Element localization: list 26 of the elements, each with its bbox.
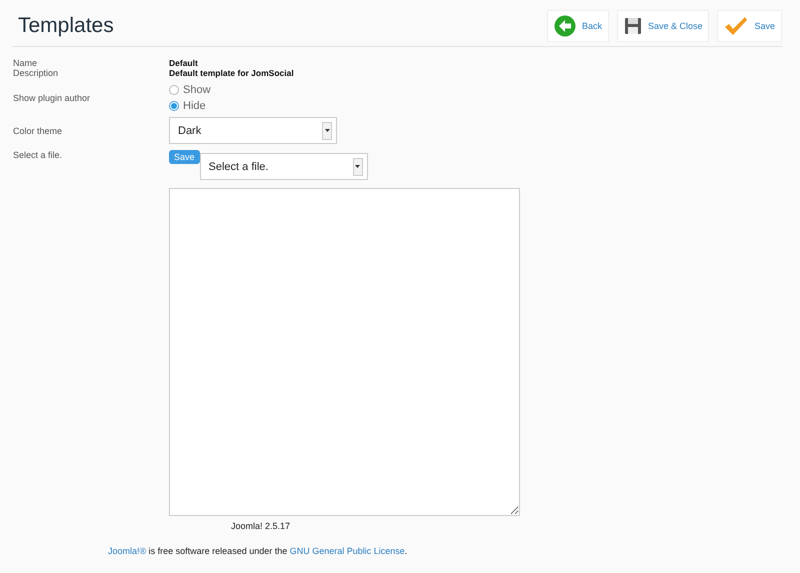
field-label: Color theme — [13, 125, 64, 138]
field-label: Name — [13, 58, 38, 68]
dropdown-caret-icon — [355, 165, 360, 168]
file-editor[interactable] — [169, 188, 520, 516]
radio-label: Show — [183, 84, 211, 96]
radio-label: Hide — [183, 100, 206, 112]
version-text: Joomla! 2.5.17 — [231, 521, 292, 531]
file-dropdown[interactable]: Select a file. — [200, 153, 368, 180]
radio-button[interactable] — [169, 101, 179, 111]
toolbar-button[interactable]: Save & Close — [616, 10, 710, 42]
radio-button[interactable] — [169, 85, 179, 95]
save-button[interactable]: Save — [169, 150, 200, 164]
toolbar-button[interactable]: Back — [546, 10, 609, 42]
field-value: Default template for JomSocial — [169, 68, 295, 78]
page-title: Templates — [18, 14, 114, 38]
dropdown-caret-icon — [324, 129, 330, 132]
field-value: Default — [169, 58, 199, 68]
joomla-link[interactable]: Joomla!® — [108, 546, 146, 556]
checkmark-icon — [724, 16, 748, 36]
toolbar-button[interactable]: Save — [717, 10, 782, 42]
field-label: Show plugin author — [13, 92, 92, 105]
field-label: Description — [13, 68, 60, 78]
theme-dropdown[interactable]: Dark — [169, 117, 337, 144]
license-link[interactable]: GNU General Public License — [290, 546, 405, 556]
footer-text: Joomla!® is free software released under the GNU General Public License. — [108, 546, 408, 556]
field-label: Select a file. — [13, 149, 64, 162]
